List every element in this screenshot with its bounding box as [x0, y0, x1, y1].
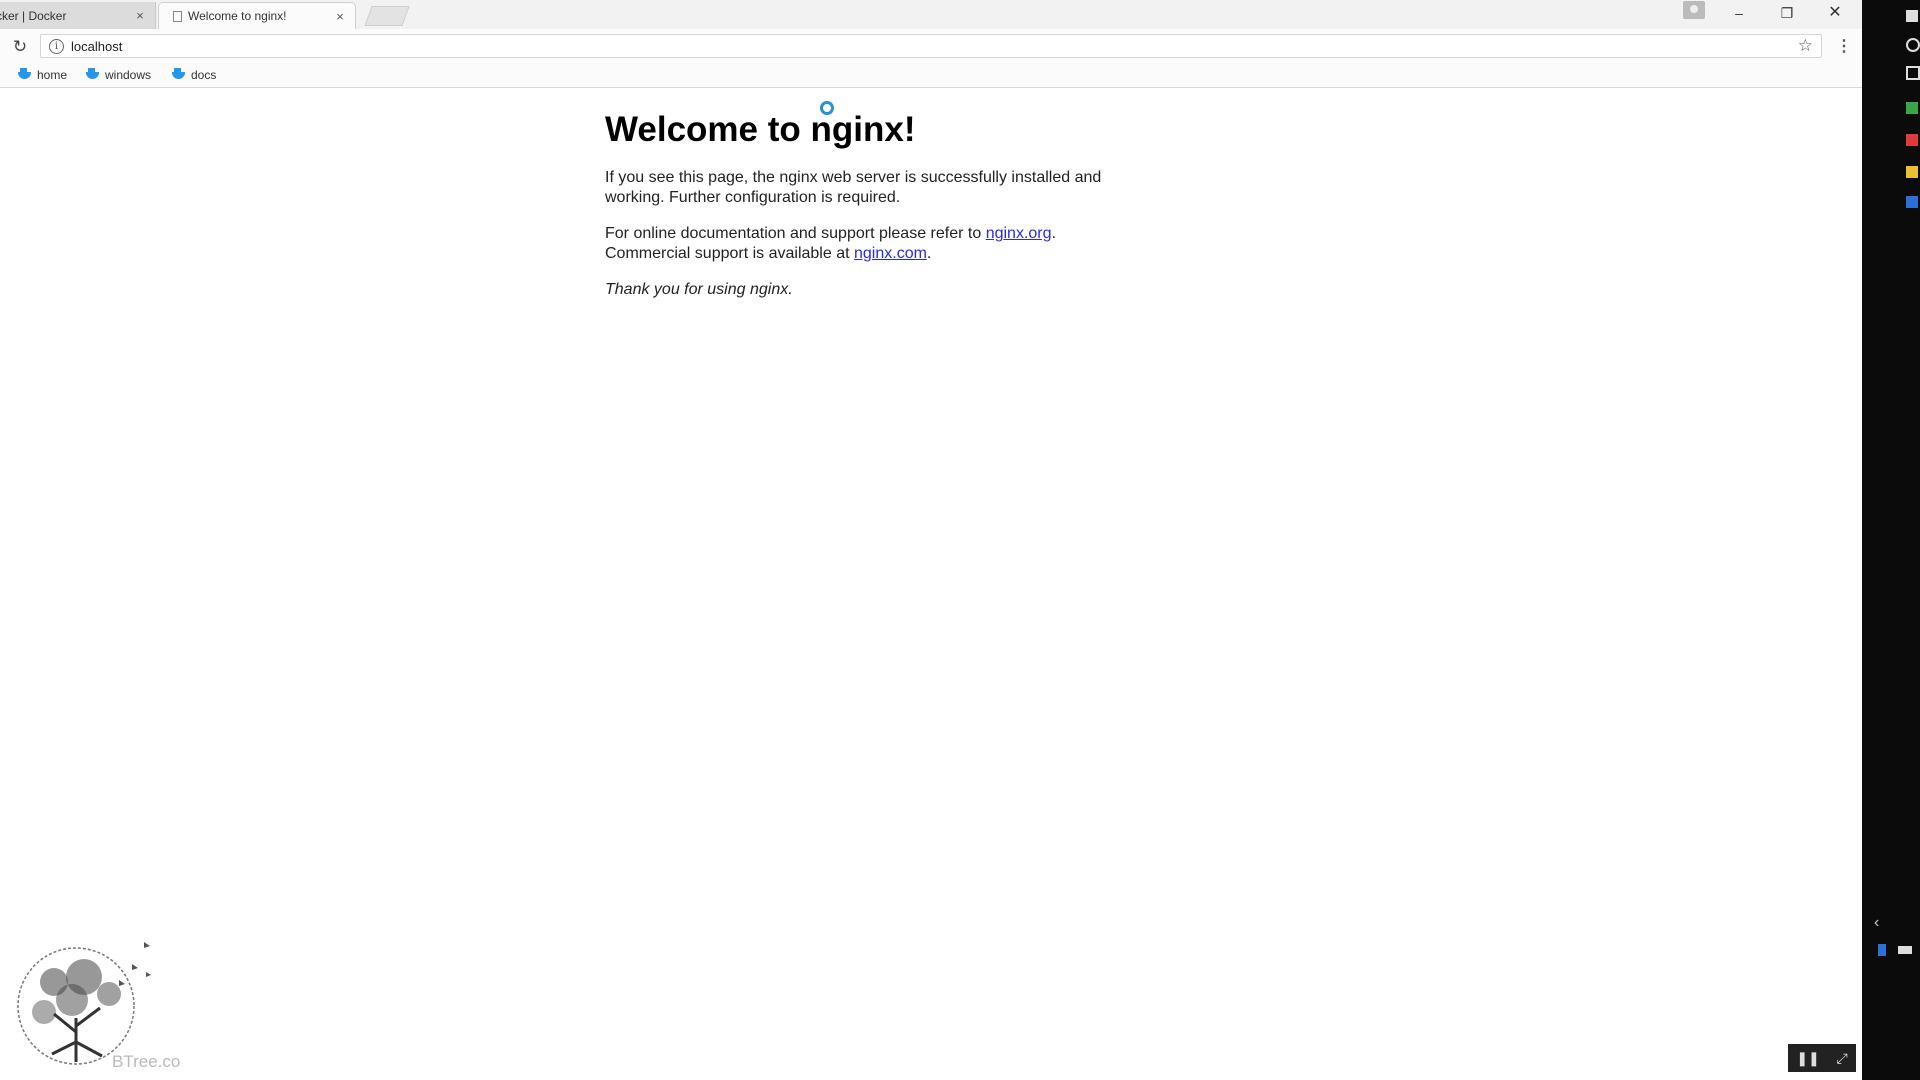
bookmark-home[interactable]: home: [18, 67, 68, 82]
minimize-button[interactable]: –: [1719, 2, 1759, 24]
url-text[interactable]: localhost: [71, 39, 122, 54]
battery-icon[interactable]: [1898, 946, 1912, 954]
nginx-com-link[interactable]: nginx.com: [854, 245, 927, 262]
docker-icon: [172, 67, 185, 79]
tab-docker[interactable]: cker | Docker ×: [0, 2, 156, 29]
nginx-welcome-page: Welcome to nginx! If you see this page, …: [605, 110, 1165, 316]
docker-icon: [86, 67, 99, 79]
reload-icon[interactable]: ↻: [10, 37, 30, 57]
thanks-text: Thank you for using nginx.: [605, 281, 793, 298]
menu-icon[interactable]: ⋮: [1836, 37, 1852, 57]
bookmark-docs[interactable]: docs: [172, 67, 217, 82]
page-icon: [173, 10, 182, 22]
docs-paragraph: For online documentation and support ple…: [605, 224, 1165, 264]
folder-icon[interactable]: [1906, 166, 1918, 178]
address-bar[interactable]: i localhost ☆: [40, 34, 1822, 58]
pause-icon[interactable]: ❚❚: [1796, 1050, 1819, 1067]
expand-icon[interactable]: ⤢: [1836, 1050, 1847, 1067]
tab-close-icon[interactable]: ×: [331, 9, 349, 24]
browser-toolbar: ↻ i localhost ☆ ⋮: [0, 29, 1862, 64]
app-icon[interactable]: [1906, 102, 1918, 114]
app-icon[interactable]: [1906, 196, 1918, 208]
tab-nginx[interactable]: Welcome to nginx! ×: [158, 2, 356, 29]
thanks-paragraph: Thank you for using nginx.: [605, 280, 1165, 300]
docker-icon: [18, 67, 31, 79]
tree-logo-icon: [17, 942, 151, 1065]
start-icon[interactable]: [1906, 10, 1918, 22]
intro-paragraph: If you see this page, the nginx web serv…: [605, 169, 1102, 206]
bookmarks-bar: home windows docs: [0, 64, 1862, 88]
bookmark-label: docs: [191, 68, 217, 82]
bluetooth-icon[interactable]: [1878, 944, 1886, 956]
bookmark-star-icon[interactable]: ☆: [1798, 36, 1813, 56]
period: .: [1051, 225, 1056, 242]
loading-cursor-icon: [820, 101, 834, 115]
chevron-left-icon[interactable]: ‹: [1874, 914, 1879, 932]
tab-close-icon[interactable]: ×: [131, 8, 149, 23]
close-window-button[interactable]: ✕: [1815, 2, 1855, 24]
tab-label: cker | Docker: [0, 8, 67, 23]
commercial-text: Commercial support is available at: [605, 245, 854, 262]
bookmark-label: windows: [105, 68, 152, 82]
docs-text: For online documentation and support ple…: [605, 225, 986, 242]
period: .: [926, 245, 932, 262]
info-icon[interactable]: i: [49, 39, 64, 54]
windows-taskbar: [1862, 0, 1920, 1080]
video-controls[interactable]: ❚❚ ⤢: [1788, 1044, 1856, 1072]
page-title: Welcome to nginx!: [605, 110, 916, 149]
new-tab-button[interactable]: [364, 6, 410, 26]
page-viewport: Welcome to nginx! If you see this page, …: [0, 88, 1862, 1080]
nginx-org-link[interactable]: nginx.org: [986, 225, 1052, 242]
profile-icon[interactable]: [1683, 1, 1705, 19]
bookmark-label: home: [37, 68, 68, 82]
task-view-icon[interactable]: [1906, 66, 1920, 80]
tab-label: Welcome to nginx!: [188, 9, 287, 23]
restore-button[interactable]: ❐: [1767, 2, 1807, 24]
browser-tabstrip: cker | Docker × Welcome to nginx! × – ❐ …: [0, 0, 1862, 29]
watermark-text: BTree.co: [112, 1052, 181, 1071]
search-icon[interactable]: [1906, 38, 1920, 52]
bookmark-windows[interactable]: windows: [86, 67, 152, 82]
app-icon[interactable]: [1906, 134, 1918, 146]
